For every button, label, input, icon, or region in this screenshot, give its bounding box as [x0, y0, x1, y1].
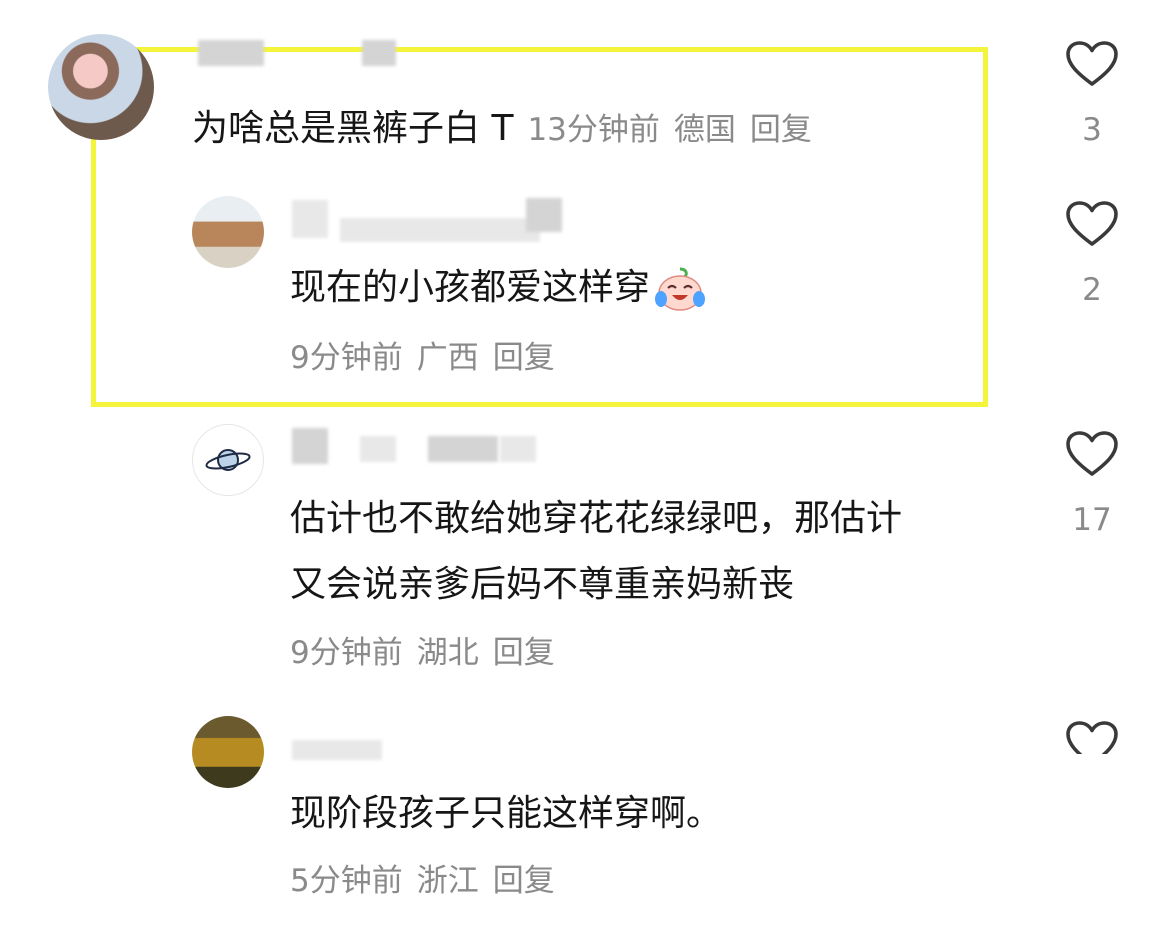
- like-count: 3: [1082, 112, 1102, 148]
- heart-icon[interactable]: [1065, 430, 1119, 478]
- redacted-username: [292, 428, 328, 464]
- comment-meta: 5分钟前 浙江 回复: [290, 861, 569, 901]
- like-button[interactable]: 17: [1052, 430, 1132, 540]
- comment-text: 现阶段孩子只能这样穿啊。: [290, 793, 723, 834]
- comment-location: 广西: [416, 340, 479, 376]
- comment-location: 德国: [673, 112, 736, 148]
- comment-time: 13分钟前: [527, 112, 660, 148]
- heart-icon[interactable]: [1065, 200, 1119, 248]
- comment-meta: 13分钟前 德国 回复: [527, 112, 825, 148]
- like-count: 2: [1082, 272, 1102, 308]
- comment-time: 9分钟前: [290, 340, 403, 376]
- redacted-username: [360, 436, 396, 462]
- comment-text-line-1: 估计也不敢给她穿花花绿绿吧，那估计: [290, 498, 903, 539]
- comment-time: 9分钟前: [290, 635, 403, 671]
- redacted-username: [526, 198, 562, 232]
- avatar[interactable]: [48, 34, 154, 140]
- avatar[interactable]: [192, 716, 264, 788]
- redacted-username: [198, 40, 264, 66]
- planet-icon: [205, 449, 251, 471]
- comment-time: 5分钟前: [290, 863, 403, 899]
- redacted-username: [292, 200, 328, 238]
- redacted-username: [292, 740, 382, 760]
- comment-meta: 9分钟前 广西 回复: [290, 338, 569, 378]
- comment-text-line-2: 又会说亲爹后妈不尊重亲妈新丧: [290, 564, 795, 605]
- reply-button[interactable]: 回复: [493, 340, 555, 376]
- comment-meta: 9分钟前 湖北 回复: [290, 633, 569, 673]
- comment-text: 为啥总是黑裤子白 T 13分钟前 德国 回复: [192, 107, 826, 152]
- redacted-username: [362, 40, 396, 66]
- redacted-username: [500, 436, 536, 462]
- heart-icon[interactable]: [1065, 720, 1119, 754]
- avatar[interactable]: [192, 196, 264, 268]
- comment-location: 湖北: [416, 635, 479, 671]
- like-count: 17: [1072, 502, 1112, 538]
- redacted-username: [340, 218, 540, 242]
- reply-button[interactable]: 回复: [493, 863, 555, 899]
- comment-location: 浙江: [416, 863, 479, 899]
- heart-icon[interactable]: [1065, 40, 1119, 88]
- like-button[interactable]: 2: [1052, 200, 1132, 310]
- comment-text: 现在的小孩都爱这样穿: [290, 266, 706, 312]
- crying-laughing-peach-emoji: [655, 267, 706, 311]
- like-button[interactable]: 3: [1052, 40, 1132, 150]
- redacted-username: [428, 436, 498, 462]
- like-button[interactable]: [1052, 720, 1132, 754]
- avatar[interactable]: [192, 424, 264, 496]
- reply-button[interactable]: 回复: [750, 112, 812, 148]
- reply-button[interactable]: 回复: [493, 635, 555, 671]
